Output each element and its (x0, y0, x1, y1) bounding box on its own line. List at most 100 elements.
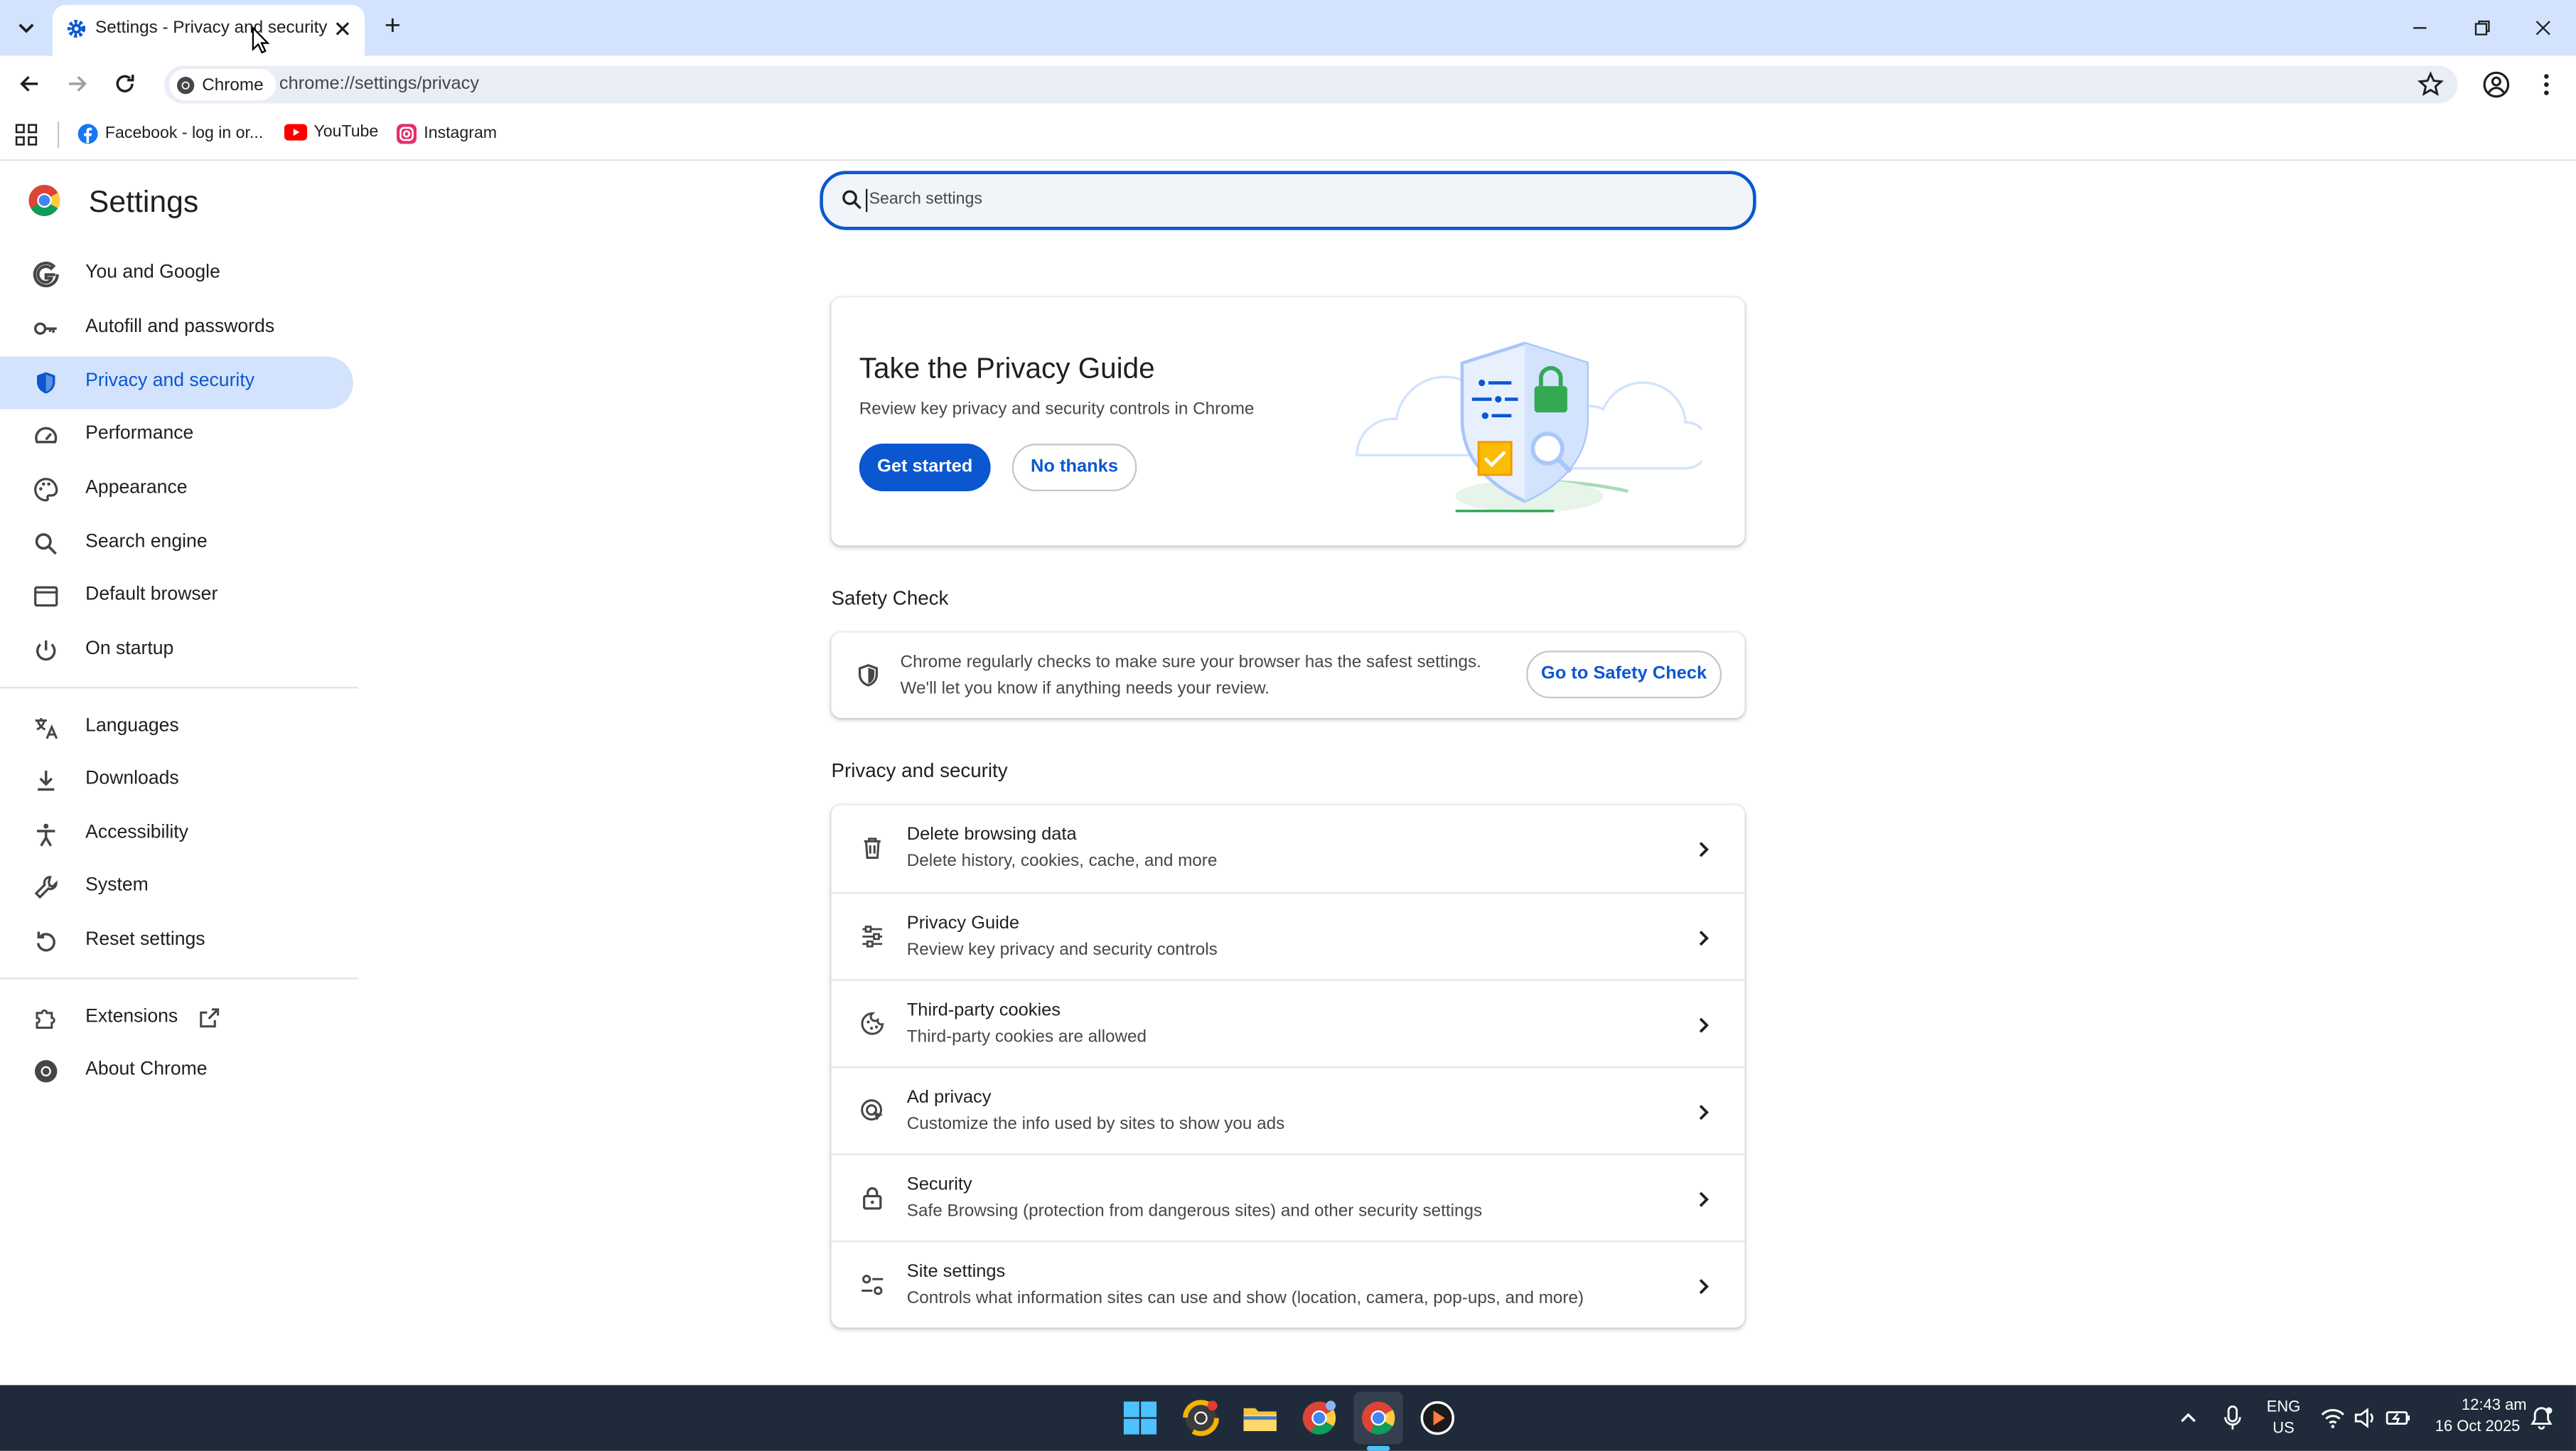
sidebar-item-label: About Chrome (85, 1059, 208, 1080)
search-icon (33, 531, 59, 557)
address-bar[interactable]: Chrome chrome://settings/privacy (164, 65, 2458, 104)
settings-chrome-logo-icon (28, 184, 60, 217)
sidebar-item-system[interactable]: System (0, 861, 353, 914)
row-ad-privacy[interactable]: Ad privacy Customize the info used by si… (831, 1066, 1745, 1155)
minimize-icon[interactable] (2408, 16, 2431, 39)
row-subtitle: Controls what information sites can use … (906, 1287, 1584, 1308)
search-settings-input[interactable]: Search settings (820, 171, 1756, 230)
bookmark-instagram[interactable]: Instagram (396, 123, 497, 144)
tab-strip: Settings - Privacy and security + (0, 0, 2576, 56)
forward-icon[interactable] (64, 70, 90, 97)
sidebar-item-label: Autofill and passwords (85, 317, 275, 337)
window-close-icon[interactable] (2532, 16, 2555, 39)
sidebar-item-languages[interactable]: Languages (0, 702, 353, 754)
chrome-icon[interactable] (1301, 1400, 1337, 1436)
bookmark-youtube[interactable]: YouTube (284, 123, 378, 141)
facebook-icon (77, 123, 99, 144)
bookmark-facebook[interactable]: Facebook - log in or... (77, 123, 263, 144)
chevron-right-icon (1692, 1275, 1715, 1297)
tab-search-chevron-icon[interactable] (11, 13, 41, 43)
row-subtitle: Customize the info used by sites to show… (906, 1113, 1285, 1134)
reload-icon[interactable] (112, 70, 138, 97)
bookmarks-bar: Facebook - log in or... YouTube Instagra… (0, 112, 2576, 161)
row-title: Delete browsing data (906, 825, 1077, 845)
sidebar-item-you-and-google[interactable]: You and Google (0, 248, 353, 301)
chevron-right-icon (1692, 1188, 1715, 1211)
safety-check-line-1: Chrome regularly checks to make sure you… (900, 652, 1481, 673)
site-settings-icon (859, 1272, 886, 1298)
shield-icon (33, 370, 59, 396)
site-info-chip[interactable]: Chrome (169, 69, 277, 100)
windows-start-icon[interactable] (1122, 1400, 1159, 1436)
clock-date[interactable]: 16 Oct 2025 (2418, 1418, 2521, 1436)
profile-icon[interactable] (2482, 70, 2510, 98)
tab-settings[interactable]: Settings - Privacy and security (52, 4, 365, 56)
row-privacy-guide[interactable]: Privacy Guide Review key privacy and sec… (831, 892, 1745, 981)
sidebar-item-label: Languages (85, 716, 179, 737)
sidebar-item-label: Appearance (85, 478, 188, 498)
row-subtitle: Third-party cookies are allowed (906, 1027, 1147, 1047)
safety-shield-icon (856, 662, 881, 688)
mouse-cursor-icon (252, 26, 272, 56)
privacy-guide-illustration-icon (1341, 327, 1702, 524)
tray-overflow-chevron-icon[interactable] (2177, 1406, 2199, 1429)
row-title: Security (906, 1174, 972, 1195)
microphone-icon[interactable] (2221, 1405, 2244, 1431)
sidebar-item-reset-settings[interactable]: Reset settings (0, 915, 353, 968)
sidebar-item-appearance[interactable]: Appearance (0, 464, 353, 516)
sidebar-divider (0, 687, 358, 689)
sidebar-item-about-chrome[interactable]: About Chrome (0, 1045, 353, 1098)
row-third-party-cookies[interactable]: Third-party cookies Third-party cookies … (831, 979, 1745, 1068)
row-security[interactable]: Security Safe Browsing (protection from … (831, 1153, 1745, 1242)
sidebar-item-label: You and Google (85, 262, 220, 283)
wifi-icon[interactable] (2319, 1405, 2346, 1431)
file-explorer-icon[interactable] (1242, 1400, 1278, 1436)
row-delete-browsing-data[interactable]: Delete browsing data Delete history, coo… (831, 805, 1744, 892)
chrome-icon[interactable] (1361, 1400, 1397, 1436)
sidebar-item-extensions[interactable]: Extensions (0, 992, 353, 1045)
sidebar-item-performance[interactable]: Performance (0, 409, 353, 461)
no-thanks-button[interactable]: No thanks (1011, 444, 1137, 492)
privacy-and-security-heading: Privacy and security (831, 759, 1008, 783)
privacy-and-security-card: Delete browsing data Delete history, coo… (831, 805, 1745, 1329)
accessibility-icon (33, 822, 59, 848)
back-icon[interactable] (16, 70, 43, 97)
row-site-settings[interactable]: Site settings Controls what information … (831, 1240, 1745, 1329)
sidebar-item-label: System (85, 875, 149, 896)
text-caret (866, 188, 868, 213)
sidebar-item-autofill[interactable]: Autofill and passwords (0, 302, 353, 355)
windows-taskbar: ENG US 12:43 am 16 Oct 2025 (0, 1385, 2576, 1451)
sidebar-item-default-browser[interactable]: Default browser (0, 570, 353, 623)
chevron-right-icon (1692, 927, 1715, 950)
get-started-button[interactable]: Get started (859, 444, 991, 492)
volume-icon[interactable] (2353, 1405, 2379, 1431)
sidebar-item-accessibility[interactable]: Accessibility (0, 808, 353, 861)
clock-time[interactable]: 12:43 am (2425, 1397, 2527, 1415)
chrome-canary-icon[interactable] (1183, 1400, 1219, 1436)
sidebar-item-label: On startup (85, 639, 174, 659)
restore-icon[interactable] (2471, 16, 2494, 39)
tab-close-icon[interactable] (332, 18, 353, 39)
chevron-right-icon (1692, 1014, 1715, 1037)
search-placeholder: Search settings (869, 191, 982, 209)
notification-bell-icon[interactable] (2528, 1405, 2555, 1431)
go-to-safety-check-button[interactable]: Go to Safety Check (1526, 650, 1722, 699)
safety-check-heading: Safety Check (831, 587, 949, 610)
apps-grid-icon[interactable] (15, 123, 38, 146)
language-indicator-top[interactable]: ENG (2259, 1398, 2308, 1416)
sidebar-item-search-engine[interactable]: Search engine (0, 518, 353, 570)
tab-title: Settings - Privacy and security (95, 18, 328, 38)
battery-icon[interactable] (2386, 1405, 2412, 1431)
bookmarks-divider (57, 122, 60, 149)
new-tab-button[interactable]: + (380, 11, 406, 41)
language-indicator-bottom[interactable]: US (2259, 1420, 2308, 1437)
bookmark-star-icon[interactable] (2417, 70, 2444, 98)
media-player-icon[interactable] (1420, 1400, 1456, 1436)
sidebar-item-downloads[interactable]: Downloads (0, 754, 353, 807)
url-text[interactable]: chrome://settings/privacy (279, 74, 479, 94)
sidebar-item-privacy-and-security[interactable]: Privacy and security (0, 356, 353, 409)
sidebar-item-on-startup[interactable]: On startup (0, 624, 353, 677)
site-info-label: Chrome (202, 75, 264, 95)
chrome-icon (33, 1058, 59, 1084)
menu-kebab-icon[interactable] (2533, 70, 2560, 98)
